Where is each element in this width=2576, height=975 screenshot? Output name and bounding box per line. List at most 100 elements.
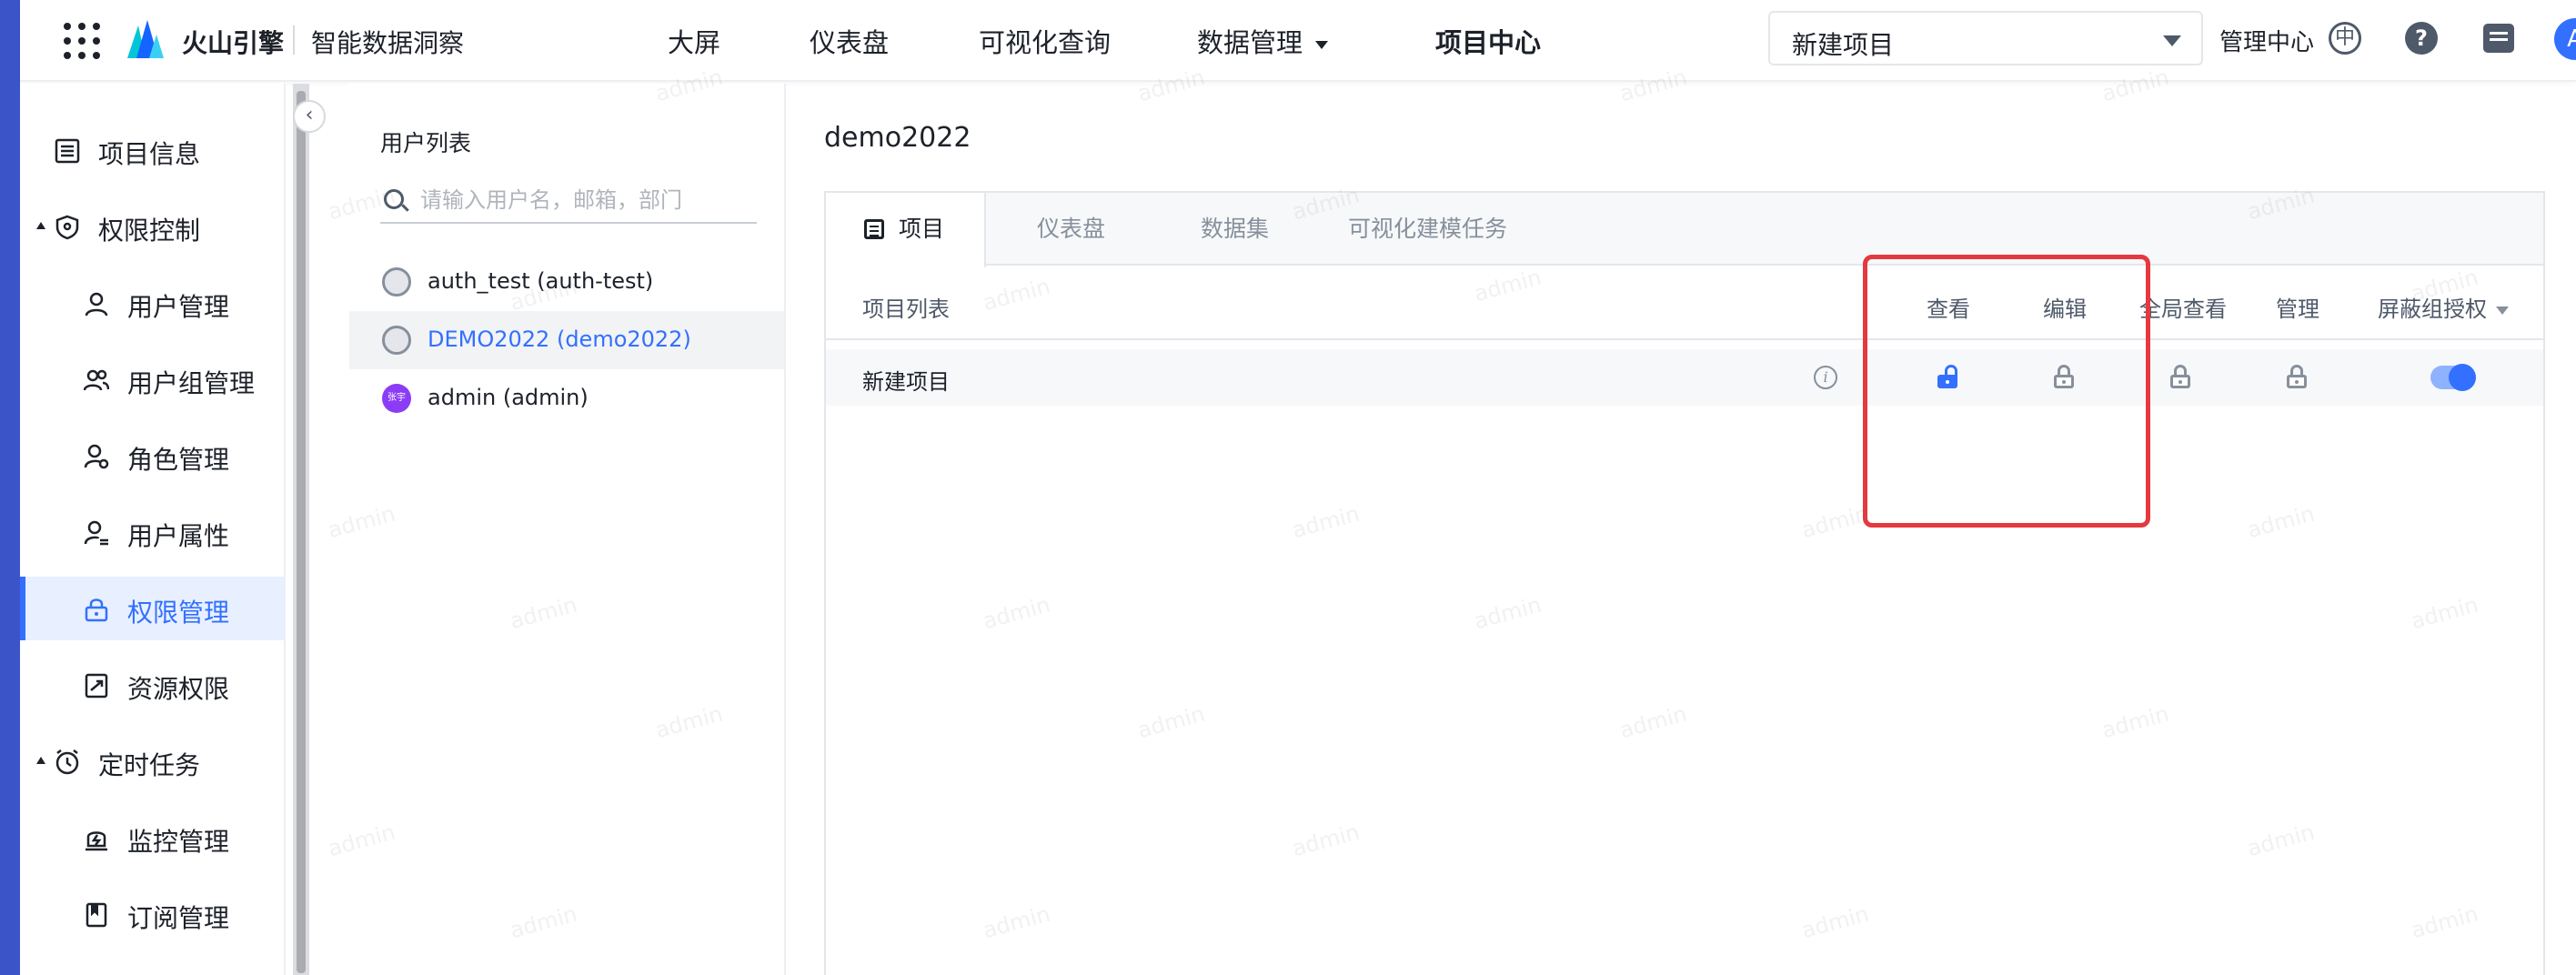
column-header-manage: 管理 [2276,297,2319,322]
table-row: 新建项目 i [826,349,2543,406]
sidebar-item-user-group-management[interactable]: 用户组管理 [20,347,286,411]
column-header-view: 查看 [1927,297,1970,322]
info-icon[interactable]: i [1814,366,1837,389]
global-view-permission-lock-icon[interactable] [2170,365,2190,388]
table-header: 项目列表 查看 编辑 全局查看 管理 屏蔽组授权 [826,267,2543,340]
user-search [380,176,757,224]
nav-visual-query[interactable]: 可视化查询 [979,22,1111,60]
user-name: DEMO2022 (demo2022) [428,327,691,352]
sidebar-item-user-attributes[interactable]: 用户属性 [20,500,286,564]
expand-triangle-icon [36,222,45,229]
brand-name: 火山引擎 [182,28,285,58]
resource-icon [85,673,108,699]
sidebar-item-resource-permission[interactable]: 资源权限 [20,653,286,717]
dropdown-arrow-icon [2163,35,2181,46]
sidebar-item-role-management[interactable]: 角色管理 [20,424,286,488]
avatar [382,326,411,355]
user-list-item[interactable]: 张宇 admin (admin) [349,369,784,427]
tab-dashboard[interactable]: 仪表盘 [1037,193,1105,266]
sidebar-item-project-info[interactable]: 项目信息 [20,118,286,182]
column-header-label: 屏蔽组授权 [2378,297,2487,322]
resource-tabs: 项目 仪表盘 数据集 可视化建模任务 [826,193,2543,267]
user-list-item[interactable]: auth_test (auth-test) [349,253,784,311]
help-icon[interactable]: ? [2405,22,2438,55]
shield-icon [55,215,79,240]
tab-visual-modeling-task[interactable]: 可视化建模任务 [1348,193,1507,266]
tab-dataset[interactable]: 数据集 [1201,193,1269,266]
column-header-edit: 编辑 [2043,297,2087,322]
sidebar-item-label: 权限控制 [98,216,201,246]
nav-data-management[interactable]: 数据管理 [1197,22,1329,60]
permission-card: 项目 仪表盘 数据集 可视化建模任务 项目列表 查看 编辑 全局查看 管理 屏蔽… [824,191,2545,975]
collapse-sidebar-button[interactable]: ‹ [293,100,326,133]
block-group-auth-toggle[interactable] [2430,364,2476,391]
product-name: 智能数据洞察 [311,28,465,58]
nav-data-management-label: 数据管理 [1197,27,1303,58]
user-attr-icon [84,520,108,546]
column-header-project-list: 项目列表 [862,297,950,322]
user-name: auth_test (auth-test) [428,268,654,294]
sidebar-item-label: 资源权限 [127,674,230,704]
sidebar-item-subscription-management[interactable]: 订阅管理 [20,882,286,946]
user-avatar[interactable]: A [2554,18,2576,60]
sidebar-item-label: 用户属性 [127,521,230,551]
nav-big-screen[interactable]: 大屏 [668,22,720,60]
sidebar-item-label: 用户管理 [127,292,230,322]
manage-permission-lock-icon[interactable] [2287,365,2307,388]
sidebar-group-permission-control[interactable]: 权限控制 [20,195,286,258]
admin-center-link[interactable]: 管理中心 [2219,24,2314,57]
user-name: admin (admin) [428,385,589,410]
project-select[interactable]: 新建项目 [1768,11,2203,65]
clock-icon [55,749,79,775]
nav-dashboard[interactable]: 仪表盘 [810,22,889,60]
sidebar-item-permission-management[interactable]: 权限管理 [20,577,286,640]
tab-label: 项目 [899,216,945,242]
sidebar-nav: 项目信息 权限控制 用户管理 用户组管理 角色管理 用户属性 权限管理 资源权限… [20,84,286,975]
user-icon [85,292,108,317]
list-icon [864,219,884,239]
chevron-down-icon [1315,40,1329,49]
chevron-down-icon [2496,306,2509,315]
sidebar-group-scheduled-tasks[interactable]: 定时任务 [20,729,286,793]
user-list-title: 用户列表 [380,130,472,156]
role-icon [84,444,109,469]
sidebar-item-monitor-management[interactable]: 监控管理 [20,806,286,869]
sidebar-item-label: 权限管理 [127,598,230,628]
sidebar-item-label: 角色管理 [127,445,230,475]
list-icon [55,138,80,164]
lock-icon [85,598,108,622]
project-select-value: 新建项目 [1792,30,1895,60]
sidebar-item-label: 订阅管理 [127,903,230,933]
nav-project-center[interactable]: 项目中心 [1435,22,1541,60]
search-icon [384,189,404,209]
sidebar-item-label: 监控管理 [127,827,230,857]
user-list-item[interactable]: DEMO2022 (demo2022) [349,311,784,369]
message-icon[interactable] [2483,24,2514,53]
sidebar-item-label: 定时任务 [98,750,201,780]
user-search-input[interactable] [420,184,748,216]
avatar [382,267,411,297]
view-permission-unlocked-icon[interactable] [1937,365,1957,388]
bookmark-icon [86,902,107,928]
brand-divider [293,25,295,55]
expand-triangle-icon [36,757,45,764]
user-list-panel: 用户列表 auth_test (auth-test) DEMO2022 (dem… [349,84,786,975]
column-header-block-group-auth[interactable]: 屏蔽组授权 [2378,291,2509,323]
window-edge-strip [0,0,20,975]
project-name: 新建项目 [862,369,950,395]
app-grid-icon[interactable] [64,23,100,59]
chevron-left-icon: ‹ [305,104,314,126]
avatar: 张宇 [382,384,411,413]
volcengine-logo-icon [127,20,164,58]
user-group-icon [84,369,109,391]
monitor-icon [86,831,107,851]
sidebar-item-label: 用户组管理 [127,368,256,398]
language-icon[interactable]: 中 [2329,22,2361,55]
edit-permission-lock-icon[interactable] [2054,365,2074,388]
sidebar-item-label: 项目信息 [98,139,201,169]
sidebar-scrollbar-thumb[interactable] [297,91,306,973]
page-title: demo2022 [824,122,971,154]
tab-project[interactable]: 项目 [826,193,986,267]
sidebar-item-user-management[interactable]: 用户管理 [20,271,286,335]
column-header-global-view: 全局查看 [2139,297,2227,322]
